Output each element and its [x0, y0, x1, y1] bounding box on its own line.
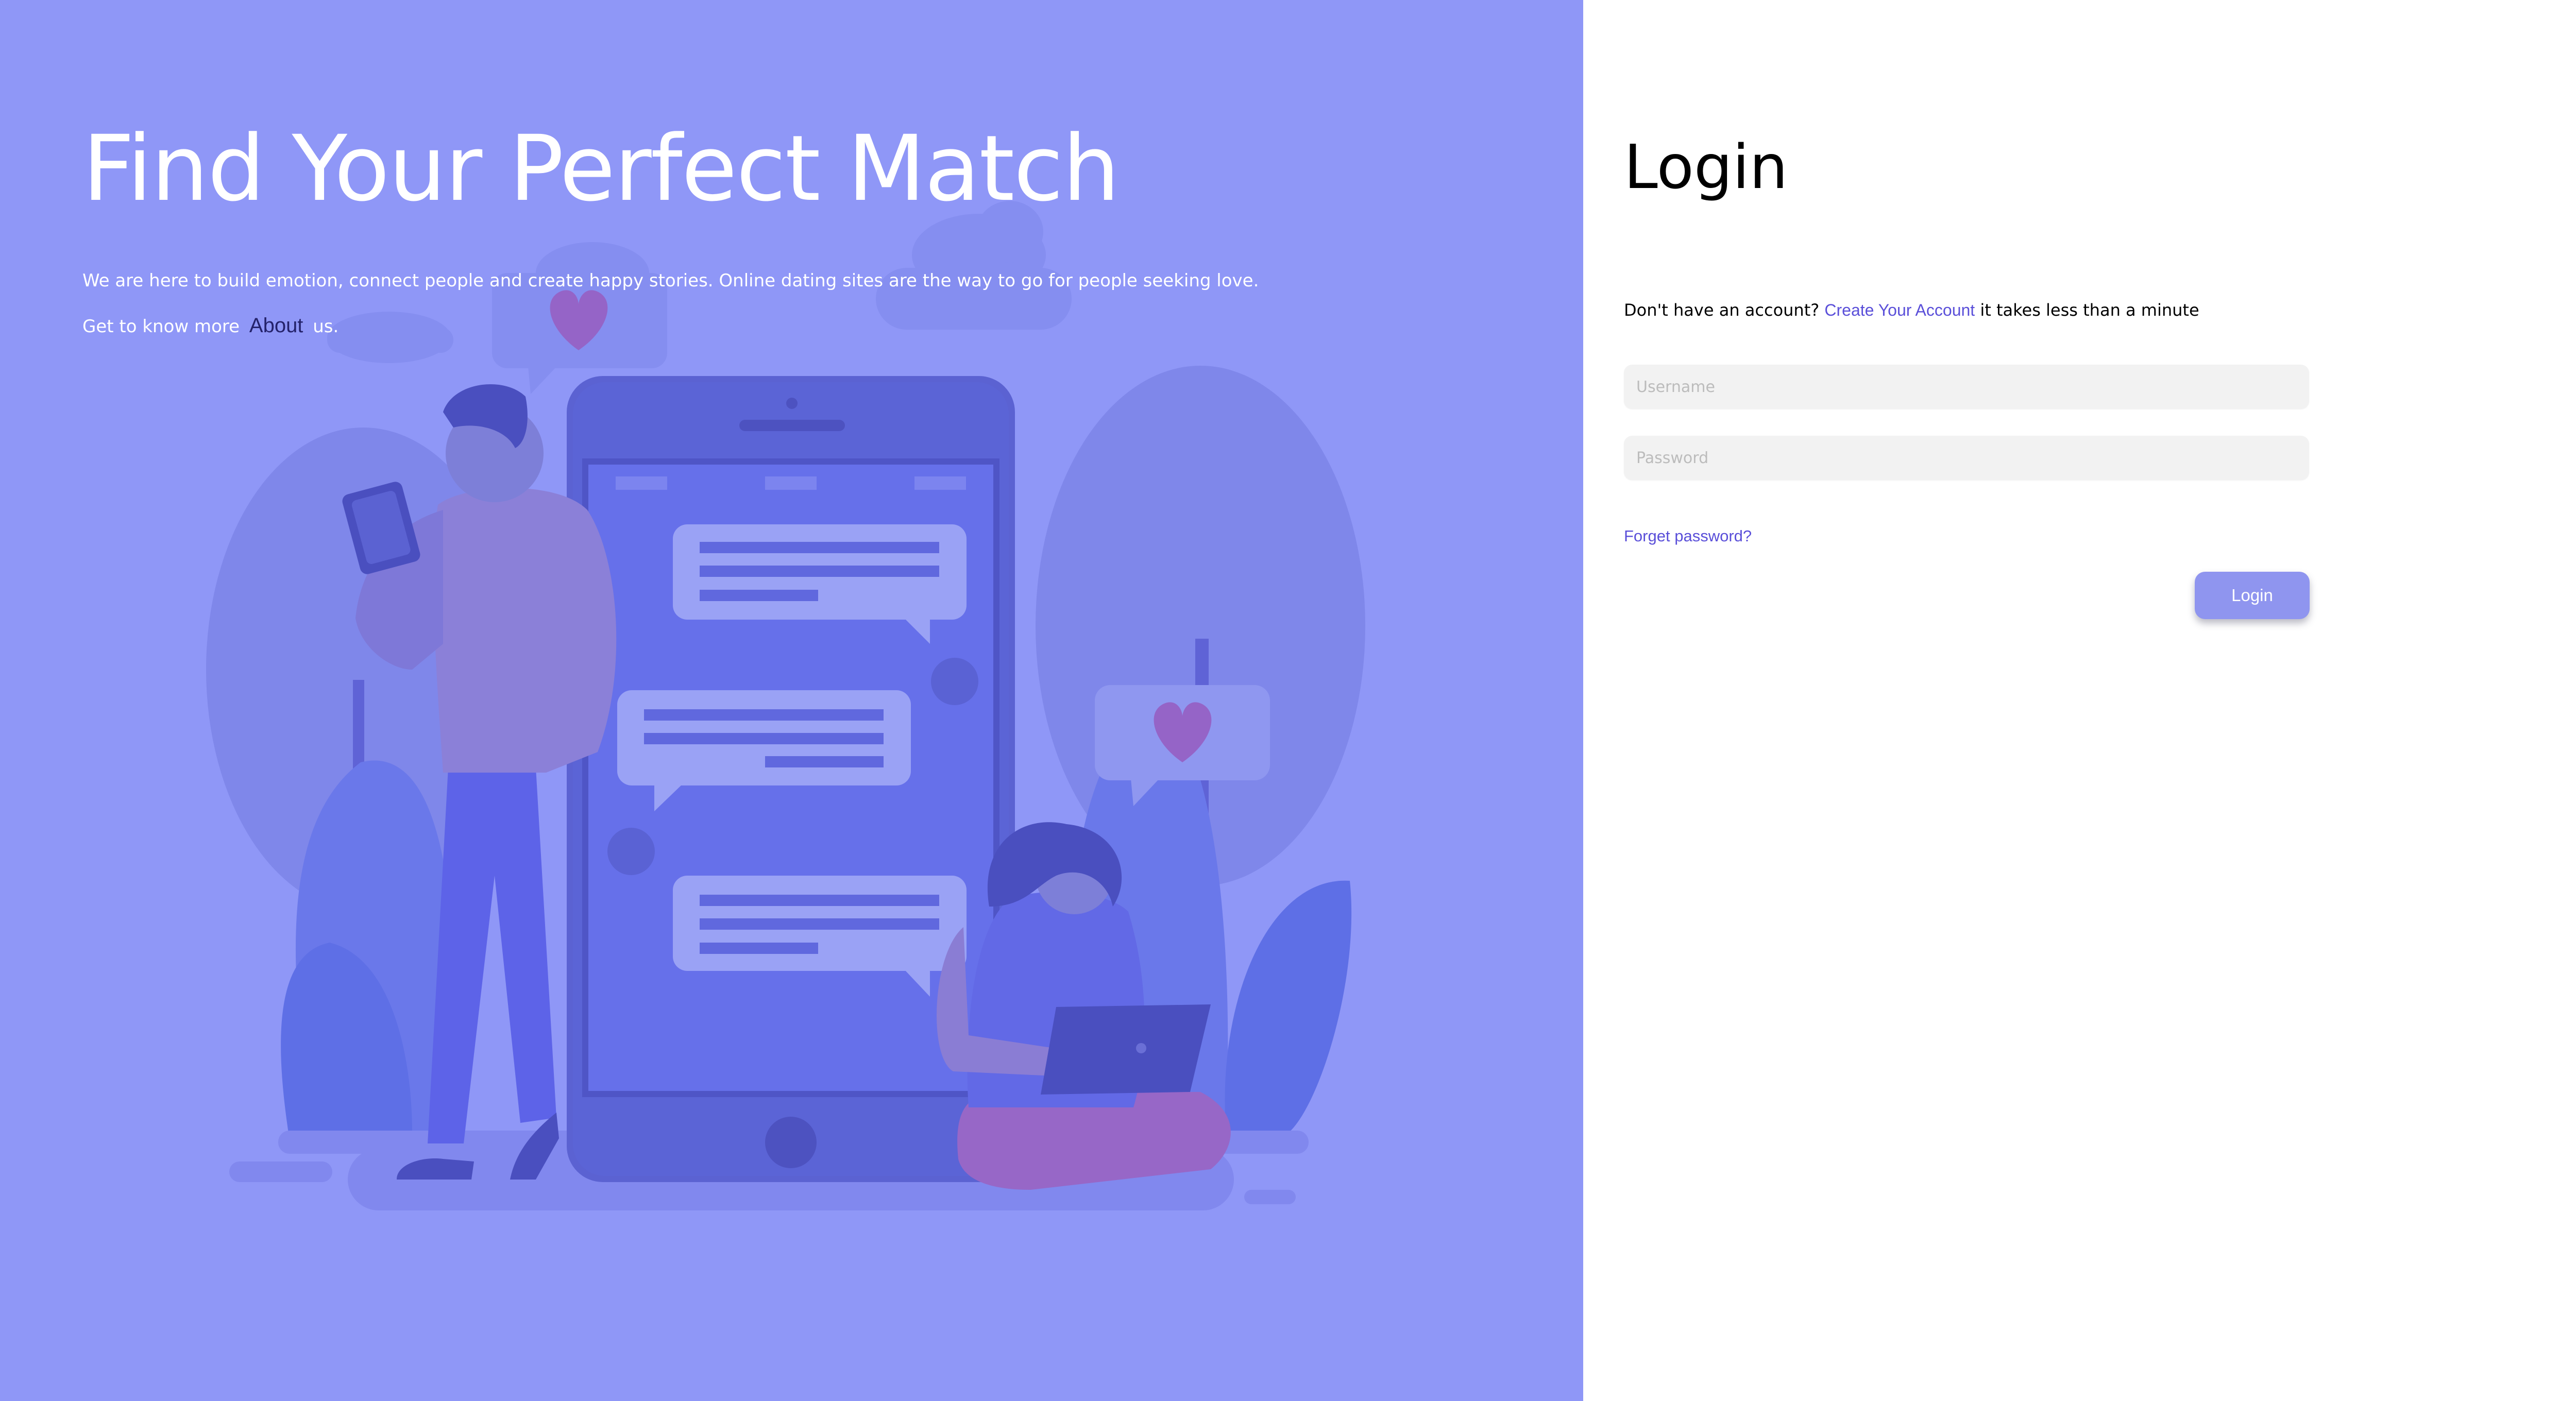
login-panel	[1583, 0, 2576, 1401]
hero-panel: Find Your Perfect Match We are here to b…	[0, 0, 1583, 1401]
signup-prefix: Don't have an account?	[1624, 300, 1820, 320]
signup-prompt: Don't have an account? Create Your Accou…	[1624, 300, 2199, 320]
about-link[interactable]: About	[249, 314, 303, 337]
hero-description: We are here to build emotion, connect pe…	[82, 270, 1259, 291]
about-prefix: Get to know more	[82, 316, 240, 337]
login-button[interactable]: Login	[2195, 572, 2310, 619]
password-input[interactable]	[1624, 436, 2309, 480]
about-suffix: us.	[313, 316, 339, 337]
username-input[interactable]	[1624, 365, 2309, 409]
signup-suffix: it takes less than a minute	[1980, 300, 2199, 320]
about-line: Get to know more About us.	[82, 314, 338, 337]
heart-icon	[492, 273, 667, 394]
forgot-password-link[interactable]: Forget password?	[1624, 527, 1752, 545]
hero-title: Find Your Perfect Match	[82, 116, 1120, 221]
login-title: Login	[1624, 131, 1788, 202]
create-account-link[interactable]: Create Your Account	[1824, 301, 1975, 319]
